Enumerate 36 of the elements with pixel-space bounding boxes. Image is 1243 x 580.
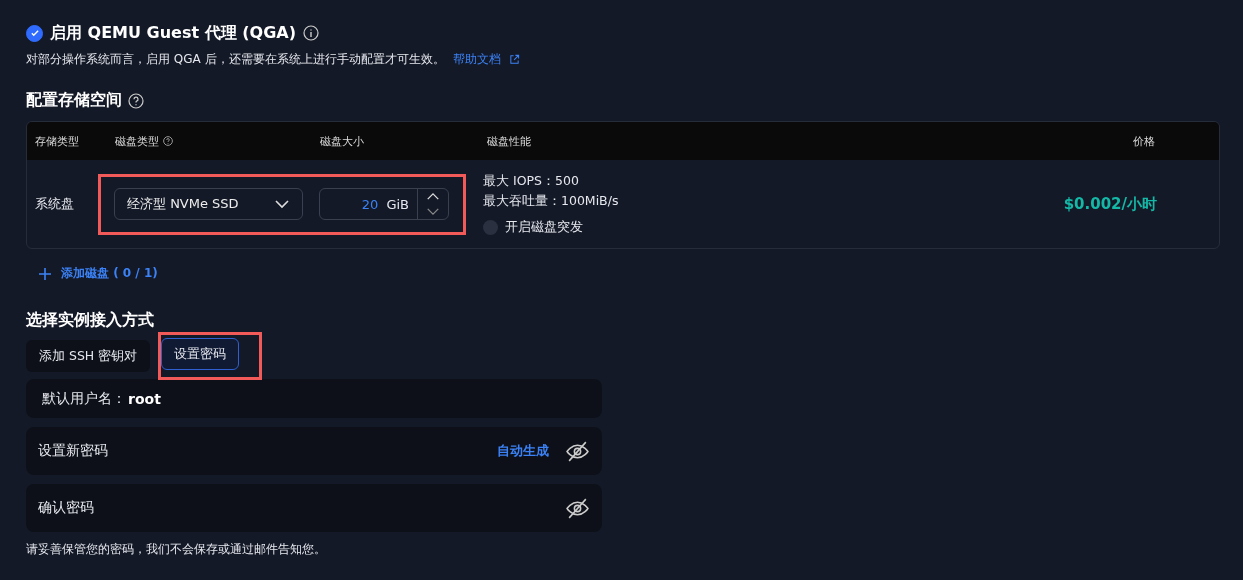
column-header: 磁盘类型 xyxy=(115,133,159,149)
column-header: 磁盘性能 xyxy=(487,133,531,149)
checkbox[interactable] xyxy=(26,24,43,42)
note-text: 请妥善保管您的密码，我们不会保存或通过邮件告知您。 xyxy=(26,541,327,558)
info-icon[interactable] xyxy=(303,25,319,41)
column-header: 磁盘大小 xyxy=(320,133,364,149)
performance-text: 最大吞吐量：100MiB/s xyxy=(483,192,620,210)
username-label: 默认用户名： xyxy=(42,389,126,408)
add-disk-button[interactable]: 添加磁盘 ( 0 / 1) xyxy=(26,265,158,282)
check-icon xyxy=(29,28,40,38)
section-title: 配置存储空间 xyxy=(26,90,122,111)
password-field[interactable]: 设置新密码 自动生成 xyxy=(26,427,602,475)
tab[interactable]: 设置密码 xyxy=(161,338,240,370)
external-link-icon[interactable] xyxy=(508,54,520,65)
help-icon[interactable] xyxy=(163,136,173,146)
column-header: 存储类型 xyxy=(35,133,79,149)
burst-toggle[interactable] xyxy=(483,219,498,235)
section-title: 启用 QEMU Guest 代理 (QGA) xyxy=(50,22,296,44)
disk-size-field[interactable]: 20 GiB xyxy=(319,188,449,220)
help-icon[interactable] xyxy=(128,92,144,109)
column-header: 价格 xyxy=(1133,133,1155,149)
help-link[interactable]: 帮助文档 xyxy=(452,51,501,68)
price-text: $0.002/小时 xyxy=(1062,194,1158,214)
auto-generate-link[interactable]: 自动生成 xyxy=(497,442,549,460)
table-cell-text: 系统盘 xyxy=(35,195,75,213)
increment-icon[interactable] xyxy=(426,192,440,201)
password-field[interactable]: 确认密码 xyxy=(26,484,602,532)
section-title: 选择实例接入方式 xyxy=(26,310,155,331)
description-text: 对部分操作系统而言，启用 QGA 后，还需要在系统上进行手动配置才可生效。 xyxy=(26,51,445,68)
performance-text: 最大 IOPS：500 xyxy=(483,172,580,190)
disk-type-dropdown[interactable]: 经济型 NVMe SSD xyxy=(114,188,303,220)
plus-icon xyxy=(39,267,51,280)
burst-label: 开启磁盘突发 xyxy=(505,218,583,236)
decrement-icon[interactable] xyxy=(426,207,440,216)
tab[interactable]: 添加 SSH 密钥对 xyxy=(26,340,151,372)
username-value: root xyxy=(128,390,161,407)
